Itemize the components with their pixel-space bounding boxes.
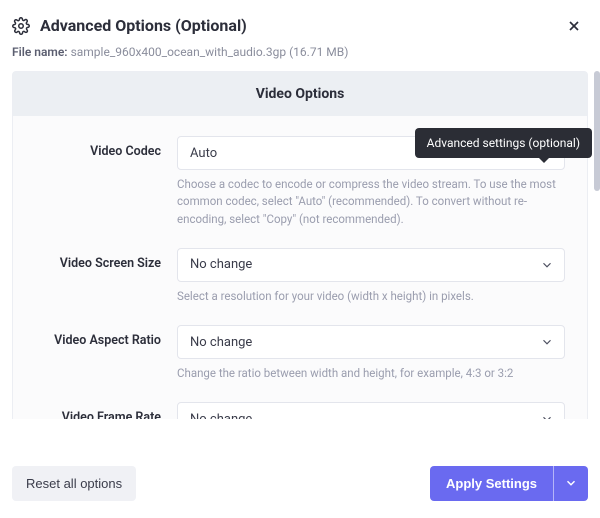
label-aspect-ratio: Video Aspect Ratio bbox=[35, 325, 177, 382]
file-name-value: sample_960x400_ocean_with_audio.3gp bbox=[71, 45, 287, 59]
options-scroll-area[interactable]: Video Options Video Codec Auto Choose a … bbox=[12, 71, 588, 419]
select-aspect-ratio[interactable]: No change bbox=[177, 325, 565, 359]
help-video-codec: Choose a codec to encode or compress the… bbox=[177, 176, 565, 228]
field-screen-size: Video Screen Size No change Select a res… bbox=[35, 248, 565, 305]
dialog-title: Advanced Options (Optional) bbox=[40, 16, 566, 35]
file-name-label: File name: bbox=[12, 45, 68, 59]
label-screen-size: Video Screen Size bbox=[35, 248, 177, 305]
close-icon[interactable] bbox=[566, 18, 582, 34]
select-value: No change bbox=[190, 335, 252, 350]
gear-icon bbox=[12, 17, 30, 35]
select-screen-size[interactable]: No change bbox=[177, 248, 565, 282]
tooltip-advanced-settings: Advanced settings (optional) bbox=[415, 128, 592, 158]
scrollbar-thumb[interactable] bbox=[594, 71, 600, 191]
chevron-down-icon bbox=[564, 476, 578, 490]
file-name-row: File name: sample_960x400_ocean_with_aud… bbox=[0, 45, 600, 71]
help-screen-size: Select a resolution for your video (widt… bbox=[177, 288, 565, 305]
field-frame-rate: Video Frame Rate No change Change FPS (f… bbox=[35, 402, 565, 419]
panel-title: Video Options bbox=[13, 72, 587, 116]
reset-all-button[interactable]: Reset all options bbox=[12, 466, 136, 501]
help-aspect-ratio: Change the ratio between width and heigh… bbox=[177, 365, 565, 382]
file-size: (16.71 MB) bbox=[289, 45, 348, 59]
chevron-down-icon bbox=[540, 412, 554, 419]
select-frame-rate[interactable]: No change bbox=[177, 402, 565, 419]
select-value: No change bbox=[190, 257, 252, 272]
video-options-panel: Video Options Video Codec Auto Choose a … bbox=[12, 71, 588, 419]
label-frame-rate: Video Frame Rate bbox=[35, 402, 177, 419]
label-video-codec: Video Codec bbox=[35, 136, 177, 228]
select-value: No change bbox=[190, 412, 252, 419]
apply-settings-button[interactable]: Apply Settings bbox=[430, 466, 553, 501]
dialog-header: Advanced Options (Optional) bbox=[0, 0, 600, 45]
scrollbar[interactable] bbox=[594, 71, 600, 221]
chevron-down-icon bbox=[540, 258, 554, 272]
select-value: Auto bbox=[190, 146, 217, 161]
field-aspect-ratio: Video Aspect Ratio No change Change the … bbox=[35, 325, 565, 382]
dialog-footer: Reset all options Apply Settings bbox=[0, 448, 600, 518]
chevron-down-icon bbox=[540, 335, 554, 349]
apply-dropdown-button[interactable] bbox=[553, 466, 588, 501]
apply-button-group: Apply Settings bbox=[430, 466, 588, 501]
